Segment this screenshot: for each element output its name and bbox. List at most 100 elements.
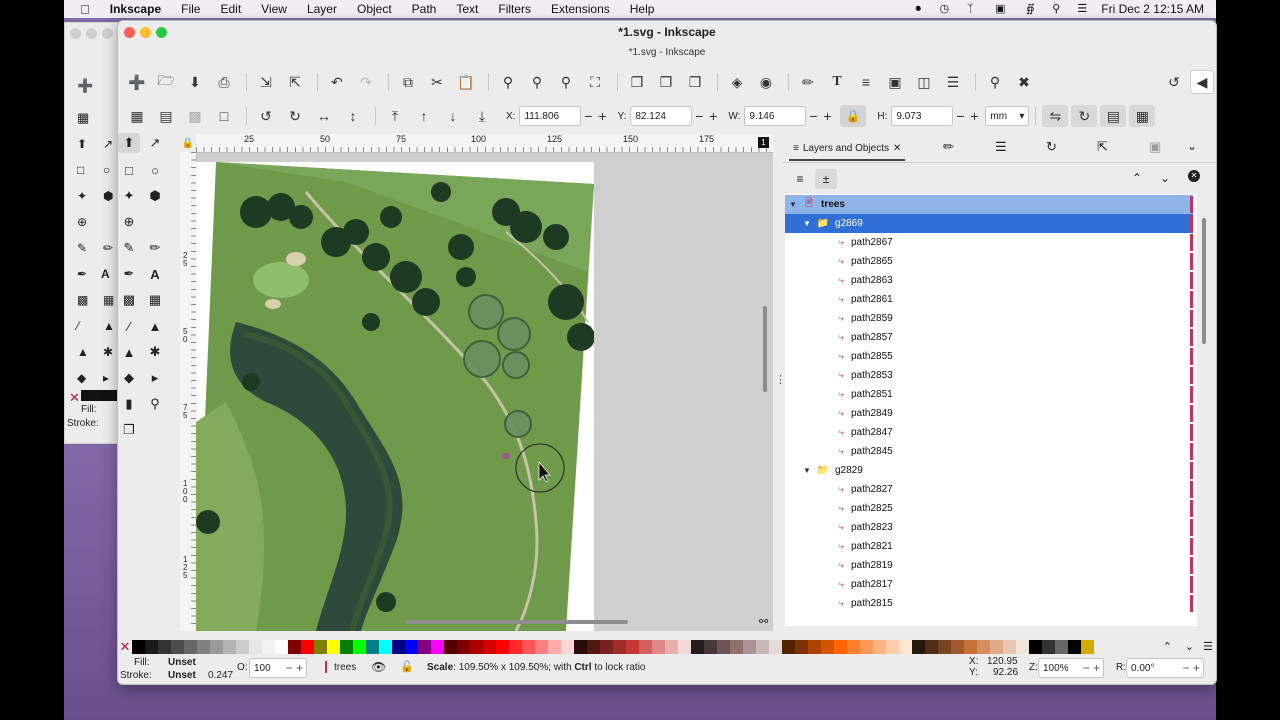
color-swatch[interactable] bbox=[639, 640, 652, 654]
tree-row-path[interactable]: ⤷ path2855 bbox=[785, 347, 1193, 366]
color-swatch[interactable] bbox=[652, 640, 665, 654]
color-swatch[interactable] bbox=[613, 640, 626, 654]
color-swatch[interactable] bbox=[769, 640, 782, 654]
ruler-left[interactable]: 25 50 75 100 125 bbox=[180, 152, 197, 631]
close-button[interactable] bbox=[124, 27, 135, 38]
expander-icon[interactable]: ▼ bbox=[803, 466, 815, 475]
redo-icon[interactable]: ↷ bbox=[353, 71, 379, 93]
color-swatch[interactable] bbox=[405, 640, 418, 654]
bg-bucket-tool-icon[interactable]: ▲ bbox=[103, 319, 115, 333]
color-swatch[interactable] bbox=[704, 640, 717, 654]
menu-edit[interactable]: Edit bbox=[220, 2, 241, 16]
color-swatch[interactable] bbox=[925, 640, 938, 654]
none-color-icon[interactable]: ✕ bbox=[118, 640, 132, 654]
color-swatch[interactable] bbox=[743, 640, 756, 654]
color-swatch[interactable] bbox=[470, 640, 483, 654]
tree-row-path[interactable]: ⤷ path2815 bbox=[785, 594, 1193, 613]
scale-stroke-icon[interactable]: ⇋ bbox=[1042, 105, 1069, 127]
tree-row-path[interactable]: ⤷ path2817 bbox=[785, 575, 1193, 594]
color-swatch[interactable] bbox=[821, 640, 834, 654]
menu-object[interactable]: Object bbox=[357, 2, 392, 16]
flip-vertical-icon[interactable]: ↕ bbox=[340, 105, 366, 127]
stroke-width-value[interactable]: 0.247 bbox=[208, 670, 233, 681]
bluetooth-icon[interactable]: ᛉ bbox=[963, 3, 977, 15]
apple-icon[interactable]:  bbox=[80, 2, 90, 17]
spray-tool-icon[interactable]: ✱ bbox=[144, 342, 166, 362]
color-swatch[interactable] bbox=[951, 640, 964, 654]
ruler-top[interactable]: 25 50 75 100 125 150 175 1 bbox=[196, 134, 773, 153]
w-field[interactable]: 9.146 bbox=[744, 106, 807, 126]
zoom-button[interactable] bbox=[156, 27, 167, 38]
fill-stroke-tab-icon[interactable]: ✏ bbox=[943, 139, 954, 155]
more-tabs-chevron-icon[interactable]: ⌄ bbox=[1187, 139, 1197, 153]
transform-gradients-icon[interactable]: ▤ bbox=[1100, 105, 1127, 127]
snap-menu-arrow-icon[interactable]: ◀ bbox=[1190, 70, 1214, 94]
color-swatch[interactable] bbox=[1029, 640, 1042, 654]
tree-row-path[interactable]: ⤷ path2865 bbox=[785, 252, 1193, 271]
tab-layers-and-objects[interactable]: ≡ Layers and Objects ✕ bbox=[789, 137, 906, 161]
color-swatch[interactable] bbox=[912, 640, 925, 654]
current-layer-name[interactable]: trees bbox=[334, 662, 356, 673]
color-swatch[interactable] bbox=[574, 640, 587, 654]
lower-icon[interactable]: ↓ bbox=[440, 105, 466, 127]
deselect-icon[interactable]: □ bbox=[211, 105, 237, 127]
select-same-icon[interactable]: ▩ bbox=[182, 105, 208, 127]
rotation-field[interactable]: 0.00° − + bbox=[1126, 658, 1204, 678]
color-swatch[interactable] bbox=[210, 640, 223, 654]
color-swatch[interactable] bbox=[132, 640, 145, 654]
duplicate-icon[interactable]: ❐ bbox=[624, 71, 650, 93]
color-swatch[interactable] bbox=[1016, 640, 1029, 654]
color-swatch[interactable] bbox=[483, 640, 496, 654]
tree-row-group[interactable]: ▼ 📁 g2869 bbox=[785, 214, 1193, 233]
color-swatch[interactable] bbox=[873, 640, 886, 654]
tree-row-path[interactable]: ⤷ path2825 bbox=[785, 499, 1193, 518]
color-swatch[interactable] bbox=[561, 640, 574, 654]
color-swatch[interactable] bbox=[834, 640, 847, 654]
palette-menu-icon[interactable]: ☰ bbox=[1203, 640, 1213, 653]
menu-extensions[interactable]: Extensions bbox=[551, 2, 610, 16]
h-minus-icon[interactable]: − bbox=[953, 108, 967, 124]
w-plus-icon[interactable]: + bbox=[820, 108, 834, 124]
find-replace-icon[interactable]: ⚲ bbox=[982, 71, 1008, 93]
add-layer-icon[interactable]: ± bbox=[815, 169, 837, 189]
tree-row-path[interactable]: ⤷ path2851 bbox=[785, 385, 1193, 404]
close-tab-icon[interactable]: ✕ bbox=[893, 143, 901, 154]
group-icon[interactable]: ◈ bbox=[724, 71, 750, 93]
bg-minimize-button[interactable] bbox=[86, 28, 97, 39]
export-icon[interactable]: ⇱ bbox=[282, 71, 308, 93]
tweak-tool-icon[interactable]: ▲ bbox=[118, 342, 140, 362]
fill-value[interactable]: Unset bbox=[168, 657, 196, 668]
canvas-horizontal-scrollbar[interactable] bbox=[405, 620, 628, 624]
bg-box3d-tool-icon[interactable]: ⬢ bbox=[103, 189, 113, 203]
dropper-tool-icon[interactable]: ⁄ bbox=[118, 316, 140, 336]
menu-layer[interactable]: Layer bbox=[307, 2, 337, 16]
color-swatch[interactable] bbox=[236, 640, 249, 654]
rotation-stepper-icon[interactable]: − + bbox=[1183, 661, 1200, 675]
node-tool-icon[interactable]: ↗ bbox=[144, 133, 166, 153]
color-swatch[interactable] bbox=[678, 640, 691, 654]
select-all-layers-icon[interactable]: ▤ bbox=[153, 105, 179, 127]
color-swatch[interactable] bbox=[301, 640, 314, 654]
save-icon[interactable]: ⬇ bbox=[182, 71, 208, 93]
open-file-icon[interactable]: 🗁 bbox=[153, 71, 179, 93]
minimize-button[interactable] bbox=[140, 27, 151, 38]
eraser-tool-icon[interactable]: ◆ bbox=[118, 368, 140, 388]
text-font-icon[interactable]: T bbox=[824, 71, 850, 93]
lock-ratio-icon[interactable]: 🔒 bbox=[840, 105, 867, 127]
select-all-icon[interactable]: ▦ bbox=[124, 105, 150, 127]
color-swatch[interactable] bbox=[1068, 640, 1081, 654]
color-swatch[interactable] bbox=[1055, 640, 1068, 654]
unit-select[interactable]: mm ▾ bbox=[985, 106, 1030, 126]
zoom-selection-icon[interactable]: ⚲ bbox=[495, 71, 521, 93]
menu-filters[interactable]: Filters bbox=[498, 2, 531, 16]
color-swatch[interactable] bbox=[145, 640, 158, 654]
y-plus-icon[interactable]: + bbox=[706, 108, 720, 124]
tree-row-path[interactable]: ⤷ path2853 bbox=[785, 366, 1193, 385]
color-swatch[interactable] bbox=[275, 640, 288, 654]
color-swatch[interactable] bbox=[1042, 640, 1055, 654]
time-machine-icon[interactable]: ◷ bbox=[937, 3, 951, 15]
bg-close-button[interactable] bbox=[70, 28, 81, 39]
color-swatch[interactable] bbox=[1003, 640, 1016, 654]
measure-tool-icon[interactable]: ▮ bbox=[118, 394, 140, 414]
color-swatch[interactable] bbox=[626, 640, 639, 654]
